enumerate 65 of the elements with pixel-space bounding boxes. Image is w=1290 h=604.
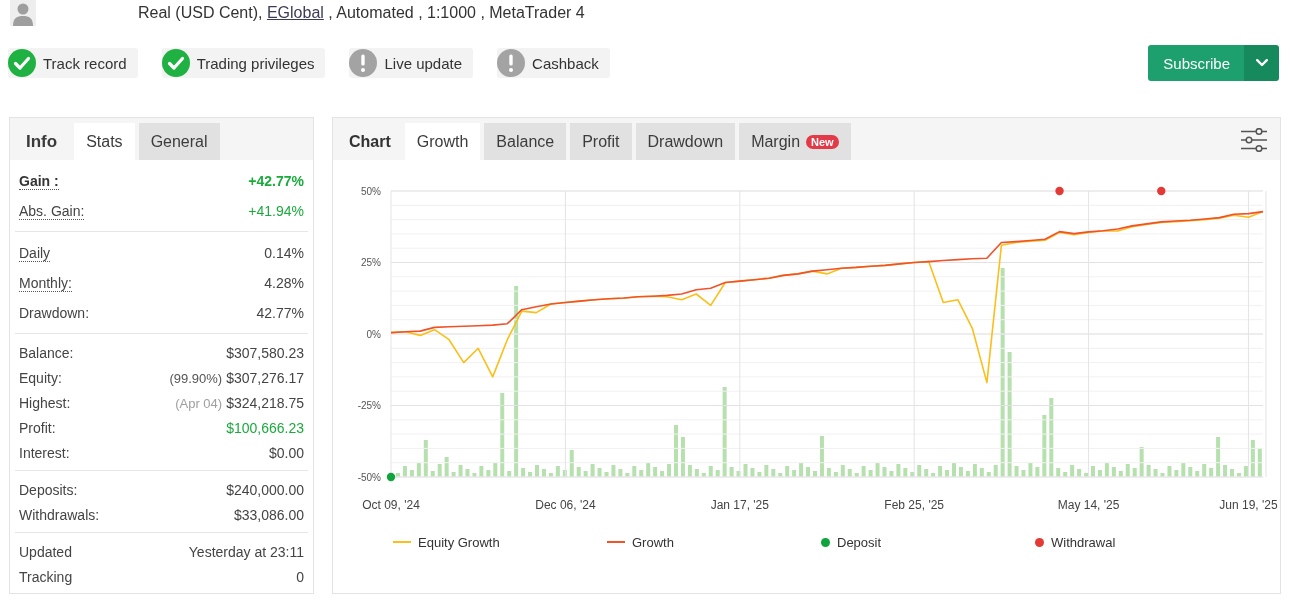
stat-value: 0.14% xyxy=(264,245,304,261)
stat-value: $324,218.75 xyxy=(226,394,304,411)
stat-label: Interest: xyxy=(19,444,70,461)
stat-label: Monthly: xyxy=(19,274,72,292)
chart-tab[interactable]: Margin New xyxy=(739,123,851,160)
new-badge: New xyxy=(806,134,839,149)
chart-tab[interactable]: Growth xyxy=(404,123,481,160)
stat-value: $0.00 xyxy=(268,444,304,461)
legend-label[interactable]: Equity Growth xyxy=(418,534,500,550)
settings-icon[interactable] xyxy=(1241,128,1267,152)
badge-label: Cashback xyxy=(532,54,599,72)
badge-label: Trading privileges xyxy=(196,54,315,72)
stat-value: $307,580.23 xyxy=(226,344,304,361)
stat-value: 0 xyxy=(296,568,304,585)
y-tick-label: -50% xyxy=(357,471,381,483)
chart-tab[interactable]: Drawdown xyxy=(635,123,736,160)
stat-label: Tracking xyxy=(19,568,73,585)
stat-value: $33,086.00 xyxy=(233,506,304,523)
y-tick-label: 50% xyxy=(361,185,381,197)
stat-label: Balance: xyxy=(19,344,74,361)
legend-label[interactable]: Withdrawal xyxy=(1051,534,1116,550)
x-tick-label: May 14, '25 xyxy=(1057,498,1120,512)
stat-label: Equity: xyxy=(19,369,62,386)
chart-tab[interactable]: Balance xyxy=(484,123,567,160)
x-tick-label: Jan 17, '25 xyxy=(710,498,769,512)
stat-label: Withdrawals: xyxy=(19,506,100,523)
stat-label: Abs. Gain: xyxy=(19,202,85,220)
y-tick-label: 25% xyxy=(361,257,381,268)
x-tick-label: Dec 06, '24 xyxy=(535,498,596,512)
stat-label: Highest: xyxy=(19,394,71,411)
stat-value: $307,276.17 xyxy=(226,369,304,386)
stat-value: $100,666.23 xyxy=(226,419,304,436)
chart-title: Chart xyxy=(348,131,392,152)
stat-value: +41.94% xyxy=(248,203,304,219)
stat-label: Deposits: xyxy=(19,481,78,498)
y-tick-label: -25% xyxy=(357,400,381,411)
avatar-icon xyxy=(10,0,36,26)
y-tick-label: 0% xyxy=(366,328,381,340)
x-tick-label: Feb 25, '25 xyxy=(884,498,945,512)
stat-label: Daily xyxy=(19,244,51,262)
stat-value: 4.28% xyxy=(264,275,304,291)
stat-note: (Apr 04) xyxy=(175,395,223,411)
panel-title: Info xyxy=(25,130,59,153)
badge-label: Live update xyxy=(384,54,463,72)
badge-label: Track record xyxy=(43,54,127,72)
panel-tab[interactable]: General xyxy=(138,123,220,160)
stat-label: Drawdown: xyxy=(19,305,90,321)
broker-link[interactable]: EGlobal xyxy=(266,4,324,21)
x-tick-label: Oct 09, '24 xyxy=(362,498,420,512)
account-summary: Real (USD Cent), EGlobal , Automated , 1:1000 , MetaTrader 4 xyxy=(138,4,585,22)
stat-value: $240,000.00 xyxy=(226,481,304,498)
stat-label: Profit: xyxy=(19,419,56,436)
stat-label: Gain : xyxy=(19,172,59,190)
legend-label[interactable]: Deposit xyxy=(837,534,882,550)
caret-icon xyxy=(1255,59,1268,67)
panel-tab[interactable]: Stats xyxy=(74,123,135,160)
stat-value: 42.77% xyxy=(256,305,304,321)
chart-tab[interactable]: Profit xyxy=(570,123,632,160)
x-tick-label: Jun 19, '25 xyxy=(1219,498,1278,512)
stat-value: +42.77% xyxy=(248,173,304,189)
stat-value: Yesterday at 23:11 xyxy=(188,543,304,560)
legend-label[interactable]: Growth xyxy=(632,534,674,550)
stat-label: Updated xyxy=(19,543,72,560)
stat-note: (99.90%) xyxy=(169,370,223,386)
subscribe-menu-button[interactable] xyxy=(1244,45,1279,81)
